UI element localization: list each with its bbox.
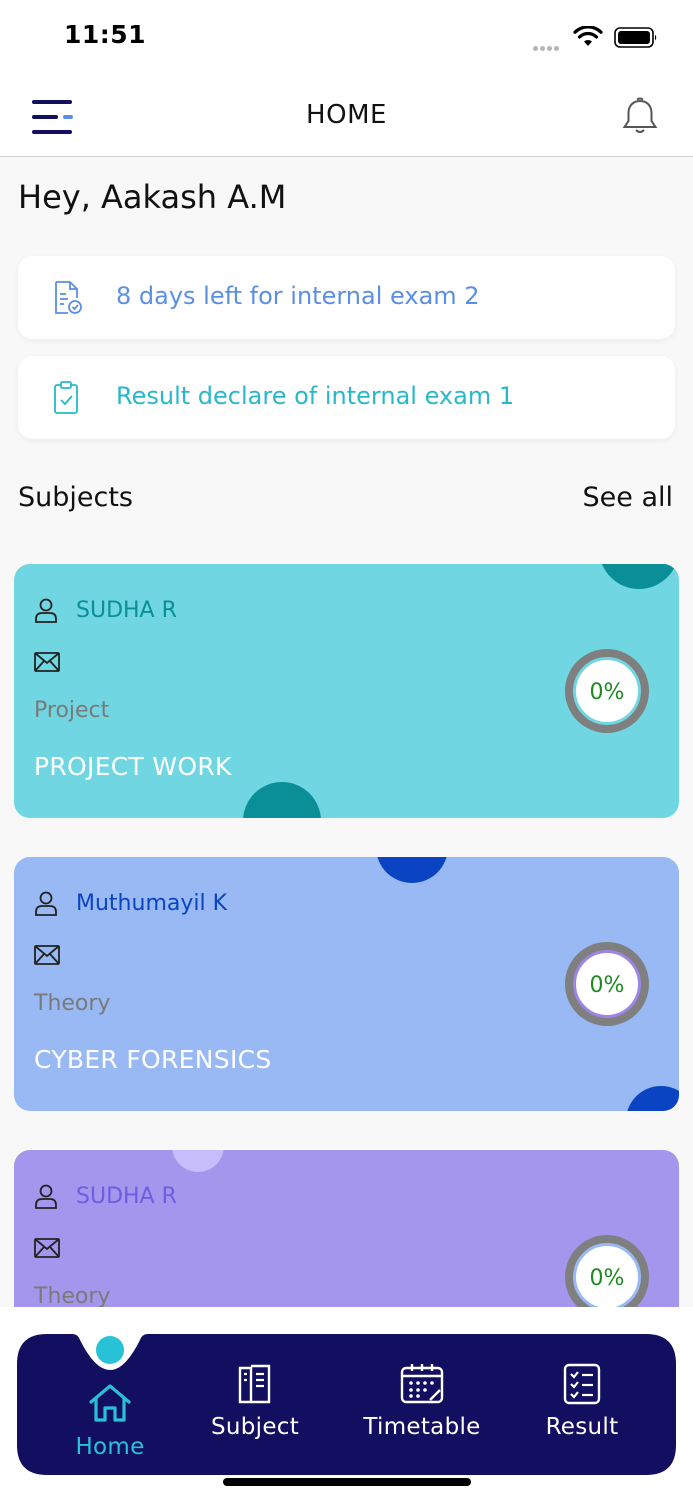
- tab-label: Timetable: [363, 1414, 481, 1440]
- bottom-tab-bar: Home Subject Timetable Result: [17, 1334, 676, 1475]
- greeting: Hey, Aakash A.M: [18, 178, 287, 216]
- subject-name: CYBER FORENSICS: [34, 1045, 272, 1074]
- subject-name: PROJECT WORK: [34, 752, 232, 781]
- subject-card[interactable]: Muthumayil K Theory CYBER FORENSICS 0%: [14, 857, 679, 1111]
- cellular-signal-icon: [533, 36, 561, 55]
- tab-subject[interactable]: Subject: [197, 1362, 313, 1440]
- teacher-name: SUDHA R: [76, 598, 177, 623]
- decorative-circle: [376, 857, 448, 883]
- book-icon: [238, 1364, 271, 1404]
- page-title: HOME: [306, 100, 387, 130]
- home-indicator: [223, 1478, 471, 1486]
- subject-card[interactable]: SUDHA R Project PROJECT WORK 0%: [14, 564, 679, 818]
- checklist-icon: [563, 1363, 601, 1405]
- bell-icon[interactable]: [620, 96, 660, 136]
- tab-result[interactable]: Result: [527, 1362, 637, 1440]
- active-tab-indicator: [96, 1336, 124, 1364]
- person-icon: [35, 1184, 57, 1209]
- mail-icon[interactable]: [34, 652, 60, 672]
- teacher-name: Muthumayil K: [76, 891, 228, 916]
- mail-icon[interactable]: [34, 945, 60, 965]
- calendar-icon: [400, 1364, 444, 1404]
- wifi-icon: [573, 26, 603, 46]
- progress-percent: 0%: [589, 680, 625, 705]
- notice-text: Result declare of internal exam 1: [116, 382, 515, 410]
- subject-type: Project: [34, 698, 110, 723]
- progress-percent: 0%: [589, 973, 625, 998]
- result-notice-card[interactable]: Result declare of internal exam 1: [18, 356, 675, 439]
- subject-type: Theory: [34, 991, 111, 1016]
- app-header: HOME: [0, 76, 693, 157]
- tab-label: Subject: [210, 1414, 300, 1440]
- exam-document-icon: [55, 281, 82, 314]
- progress-ring: 0%: [565, 942, 649, 1026]
- clipboard-check-icon: [54, 381, 78, 414]
- battery-icon: [614, 27, 657, 48]
- status-bar: 11:51: [0, 0, 693, 76]
- decorative-circle: [172, 1150, 224, 1172]
- tab-home[interactable]: Home: [57, 1382, 163, 1460]
- exam-notice-card[interactable]: 8 days left for internal exam 2: [18, 256, 675, 339]
- subject-type: Theory: [34, 1284, 111, 1307]
- progress-ring: 0%: [565, 1235, 649, 1307]
- subject-list[interactable]: SUDHA R Project PROJECT WORK 0% Muthumay…: [0, 540, 693, 1307]
- subjects-heading: Subjects: [18, 482, 134, 513]
- tab-timetable[interactable]: Timetable: [347, 1362, 497, 1440]
- home-icon: [89, 1384, 131, 1422]
- decorative-circle: [626, 1086, 679, 1111]
- mail-icon[interactable]: [34, 1238, 60, 1258]
- see-all-link[interactable]: See all: [583, 482, 674, 513]
- subject-card[interactable]: SUDHA R Theory 0%: [14, 1150, 679, 1307]
- status-time: 11:51: [64, 20, 147, 49]
- person-icon: [35, 598, 57, 623]
- decorative-circle: [599, 564, 679, 589]
- teacher-name: SUDHA R: [76, 1184, 177, 1209]
- tab-label: Home: [75, 1434, 145, 1460]
- person-icon: [35, 891, 57, 916]
- progress-ring: 0%: [565, 649, 649, 733]
- decorative-circle: [243, 782, 321, 818]
- tab-label: Result: [545, 1414, 619, 1440]
- notice-text: 8 days left for internal exam 2: [116, 282, 480, 310]
- progress-percent: 0%: [589, 1266, 625, 1291]
